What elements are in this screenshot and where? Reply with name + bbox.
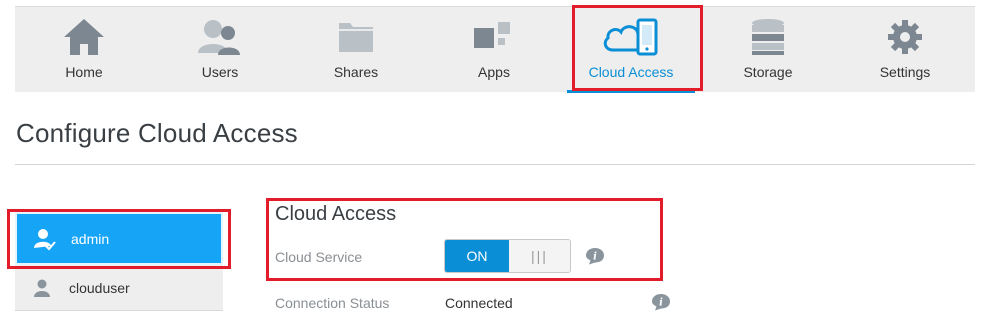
nav-label-shares: Shares bbox=[333, 64, 379, 80]
nav-item-home[interactable]: Home bbox=[20, 7, 148, 93]
cloud-service-label: Cloud Service bbox=[275, 249, 363, 265]
database-icon bbox=[704, 17, 832, 57]
user-icon bbox=[29, 275, 55, 301]
nav-label-users: Users bbox=[201, 64, 239, 80]
user-name: admin bbox=[71, 230, 110, 247]
nav-item-cloud-access[interactable]: Cloud Access bbox=[567, 7, 695, 93]
users-icon bbox=[156, 17, 284, 57]
top-nav: Home Users Shares Apps Cloud Access Stor… bbox=[15, 6, 975, 93]
nav-label-settings: Settings bbox=[879, 64, 931, 80]
apps-icon bbox=[430, 17, 558, 57]
title-divider bbox=[15, 164, 975, 165]
nav-label-apps: Apps bbox=[478, 64, 510, 80]
cloud-service-toggle[interactable]: ON ||| bbox=[444, 239, 571, 273]
svg-text:i: i bbox=[593, 252, 597, 263]
user-row-admin[interactable]: admin bbox=[15, 212, 223, 265]
nav-item-storage[interactable]: Storage bbox=[704, 7, 832, 93]
home-icon bbox=[20, 17, 148, 57]
nav-item-shares[interactable]: Shares bbox=[292, 7, 420, 93]
nav-label-home: Home bbox=[65, 64, 103, 80]
gear-icon bbox=[841, 17, 969, 57]
nav-item-users[interactable]: Users bbox=[156, 7, 284, 93]
user-check-icon bbox=[31, 226, 57, 252]
info-icon[interactable]: i bbox=[585, 247, 605, 265]
panel-title: Cloud Access bbox=[275, 203, 397, 225]
user-name: clouduser bbox=[69, 279, 130, 296]
nav-label-cloud-access: Cloud Access bbox=[588, 64, 674, 80]
toggle-on-label: ON bbox=[445, 240, 509, 272]
nav-item-settings[interactable]: Settings bbox=[841, 7, 969, 93]
nav-item-apps[interactable]: Apps bbox=[430, 7, 558, 93]
info-icon[interactable]: i bbox=[651, 293, 671, 311]
user-list: admin clouduser bbox=[15, 212, 223, 311]
user-row-clouduser[interactable]: clouduser bbox=[15, 265, 223, 311]
nav-label-storage: Storage bbox=[743, 64, 793, 80]
toggle-handle: ||| bbox=[509, 240, 570, 272]
connection-status-label: Connection Status bbox=[275, 295, 390, 311]
page-title: Configure Cloud Access bbox=[16, 118, 298, 148]
svg-text:i: i bbox=[659, 298, 663, 309]
connection-status-value: Connected bbox=[445, 295, 513, 311]
folder-icon bbox=[292, 17, 420, 57]
cloud-device-icon bbox=[567, 17, 695, 57]
